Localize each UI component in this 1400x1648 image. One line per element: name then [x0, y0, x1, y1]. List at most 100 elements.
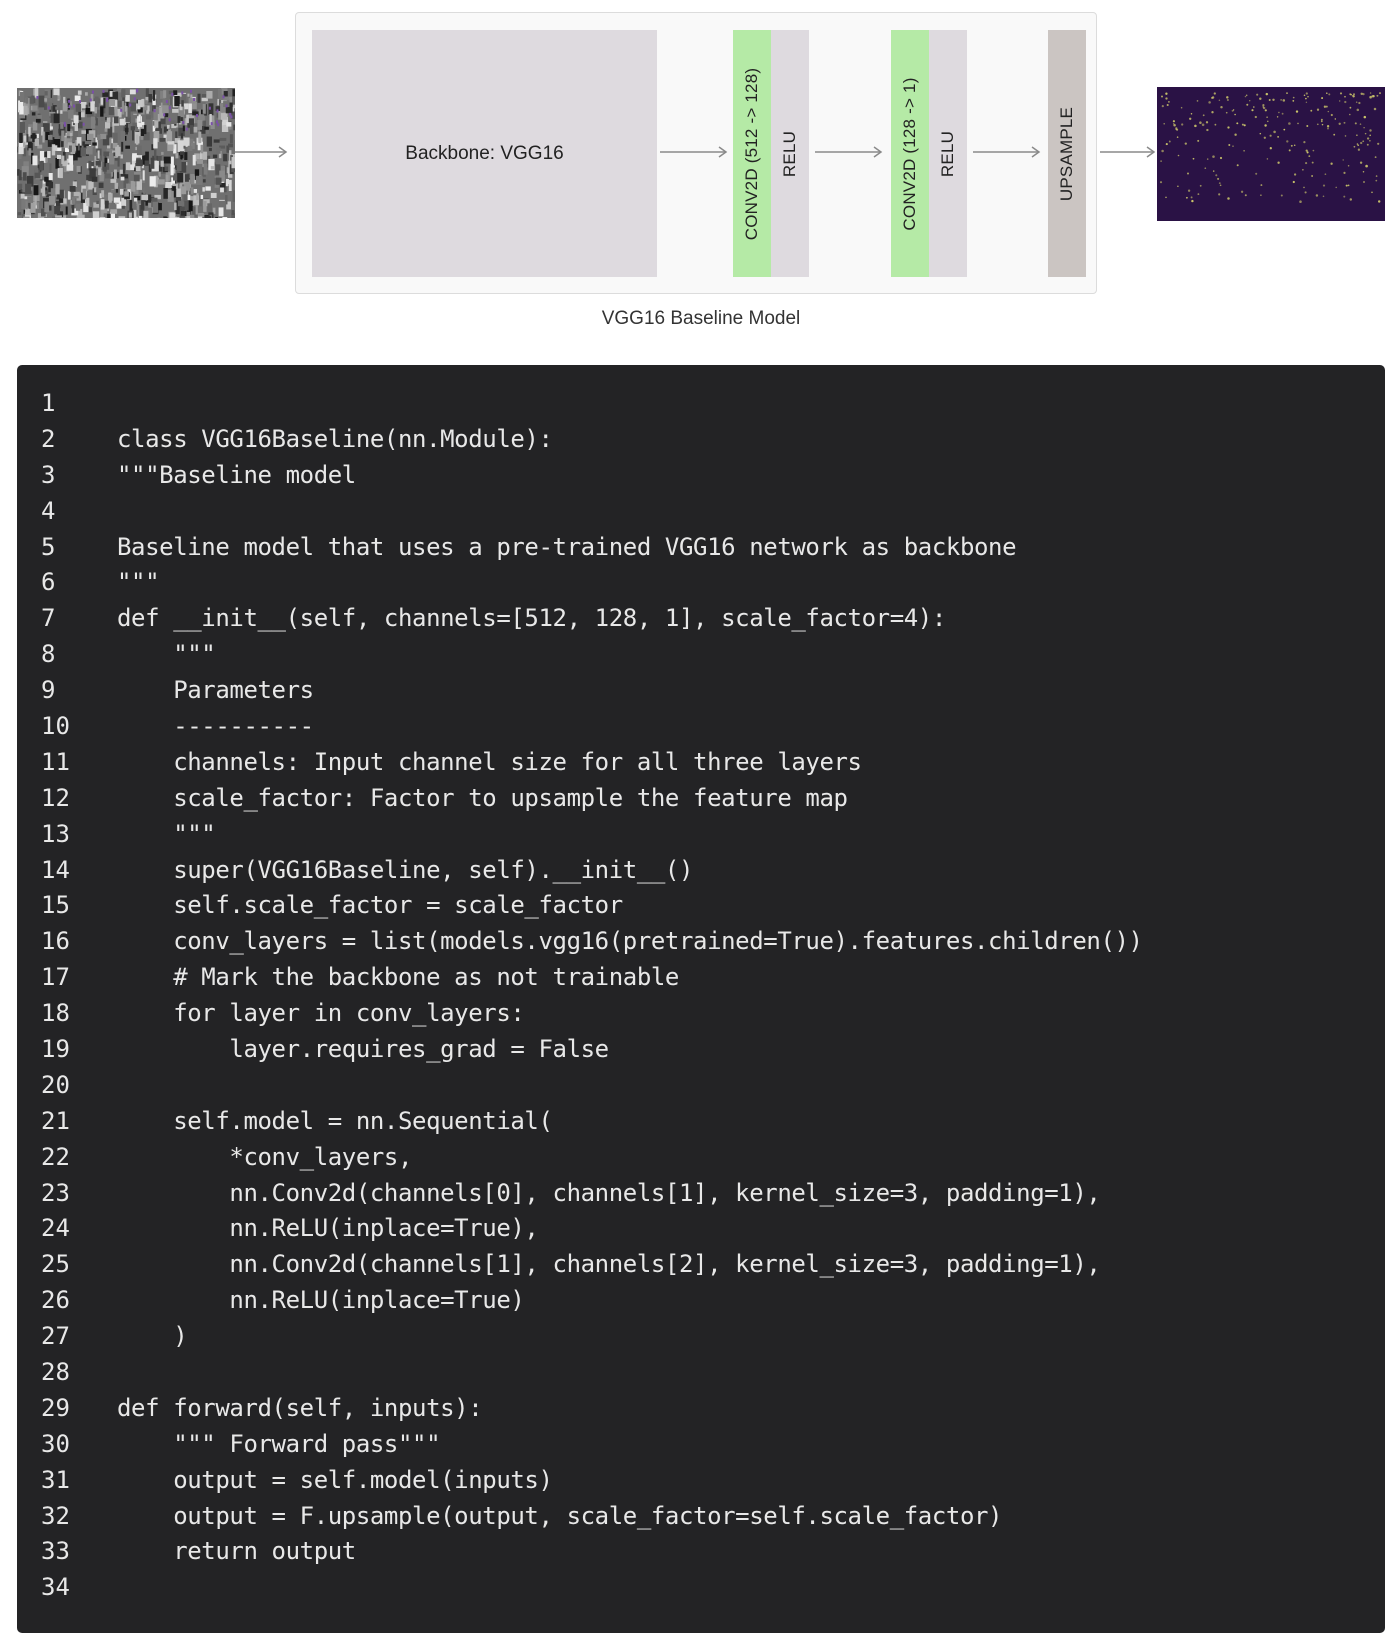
- code-line: 12 scale_factor: Factor to upsample the …: [17, 780, 1385, 816]
- code-text: class VGG16Baseline(nn.Module):: [117, 424, 553, 453]
- code-text: def forward(self, inputs):: [117, 1393, 483, 1422]
- backbone-block: Backbone: VGG16: [312, 30, 657, 277]
- code-line: 9 Parameters: [17, 672, 1385, 708]
- line-number: 6: [41, 568, 56, 597]
- code-line: 27 ): [17, 1318, 1385, 1354]
- code-text: Parameters: [117, 676, 314, 705]
- arrow-input-to-model: [235, 145, 290, 159]
- diagram-caption: VGG16 Baseline Model: [601, 308, 801, 329]
- code-line: 21 self.model = nn.Sequential(: [17, 1103, 1385, 1139]
- arrow-model-to-output: [1100, 145, 1158, 159]
- code-text: """: [117, 568, 160, 597]
- line-number: 12: [41, 783, 70, 812]
- code-text: """: [117, 819, 216, 848]
- code-text: scale_factor: Factor to upsample the fea…: [117, 783, 848, 812]
- line-number: 7: [41, 604, 56, 633]
- code-line: 26 nn.ReLU(inplace=True): [17, 1282, 1385, 1318]
- line-number: 16: [41, 927, 70, 956]
- input-crowd-image: [17, 88, 235, 218]
- line-number: 17: [41, 963, 70, 992]
- code-text: super(VGG16Baseline, self).__init__(): [117, 855, 694, 884]
- code-line: 29 def forward(self, inputs):: [17, 1390, 1385, 1426]
- line-number: 23: [41, 1178, 70, 1207]
- relu2-block: RELU: [929, 30, 967, 277]
- relu2-label: RELU: [938, 130, 957, 177]
- code-text: Baseline model that uses a pre-trained V…: [117, 532, 1017, 561]
- code-line: 23 nn.Conv2d(channels[0], channels[1], k…: [17, 1175, 1385, 1211]
- upsample-label: UPSAMPLE: [1057, 106, 1076, 201]
- code-text: return output: [117, 1537, 356, 1566]
- code-line: 1: [17, 385, 1385, 421]
- arrow-relu1-to-conv2: [815, 145, 885, 159]
- line-number: 25: [41, 1250, 70, 1279]
- model-diagram: Backbone: VGG16 CONV2D (512 -> 128) RELU…: [0, 0, 1400, 340]
- line-number: 3: [41, 460, 56, 489]
- code-line: 24 nn.ReLU(inplace=True),: [17, 1210, 1385, 1246]
- backbone-label: Backbone: VGG16: [405, 142, 564, 164]
- line-number: 14: [41, 855, 70, 884]
- code-text: nn.Conv2d(channels[1], channels[2], kern…: [117, 1250, 1101, 1279]
- line-number: 20: [41, 1070, 70, 1099]
- relu1-label: RELU: [780, 130, 799, 177]
- line-number: 32: [41, 1501, 70, 1530]
- line-number: 31: [41, 1465, 70, 1494]
- conv2-label: CONV2D (128 -> 1): [900, 76, 919, 231]
- code-line: 15 self.scale_factor = scale_factor: [17, 887, 1385, 923]
- code-line: 30 """ Forward pass""": [17, 1426, 1385, 1462]
- line-number: 4: [41, 496, 56, 525]
- relu1-block: RELU: [771, 30, 809, 277]
- code-lines: 1 2 class VGG16Baseline(nn.Module): 3 """Bas…: [17, 385, 1385, 1605]
- code-line: 22 *conv_layers,: [17, 1139, 1385, 1175]
- code-text: conv_layers = list(models.vgg16(pretrain…: [117, 927, 1143, 956]
- conv1-block: CONV2D (512 -> 128): [733, 30, 771, 277]
- line-number: 11: [41, 747, 70, 776]
- code-line: 33 return output: [17, 1534, 1385, 1570]
- line-number: 22: [41, 1142, 70, 1171]
- code-text: ): [117, 1322, 188, 1351]
- line-number: 13: [41, 819, 70, 848]
- line-number: 1: [41, 388, 56, 417]
- code-line: 4: [17, 493, 1385, 529]
- code-block: 1 2 class VGG16Baseline(nn.Module): 3 """Bas…: [17, 365, 1385, 1633]
- code-line: 34: [17, 1569, 1385, 1605]
- code-line: 20: [17, 1067, 1385, 1103]
- line-number: 33: [41, 1537, 70, 1566]
- code-line: 2 class VGG16Baseline(nn.Module):: [17, 421, 1385, 457]
- code-line: 8 """: [17, 636, 1385, 672]
- output-density-map: [1157, 87, 1385, 221]
- code-text: for layer in conv_layers:: [117, 999, 525, 1028]
- code-line: 7 def __init__(self, channels=[512, 128, …: [17, 600, 1385, 636]
- code-text: *conv_layers,: [117, 1142, 413, 1171]
- line-number: 29: [41, 1393, 70, 1422]
- code-line: 11 channels: Input channel size for all …: [17, 744, 1385, 780]
- code-text: nn.ReLU(inplace=True): [117, 1286, 525, 1315]
- line-number: 5: [41, 532, 56, 561]
- code-line: 10 ----------: [17, 708, 1385, 744]
- code-line: 19 layer.requires_grad = False: [17, 1031, 1385, 1067]
- code-text: """: [117, 640, 216, 669]
- code-text: self.scale_factor = scale_factor: [117, 891, 623, 920]
- code-text: output = self.model(inputs): [117, 1465, 553, 1494]
- line-number: 9: [41, 676, 56, 705]
- code-text: # Mark the backbone as not trainable: [117, 963, 679, 992]
- line-number: 21: [41, 1106, 70, 1135]
- line-number: 24: [41, 1214, 70, 1243]
- code-line: 16 conv_layers = list(models.vgg16(pretr…: [17, 923, 1385, 959]
- line-number: 19: [41, 1034, 70, 1063]
- line-number: 8: [41, 640, 56, 669]
- code-line: 32 output = F.upsample(output, scale_fac…: [17, 1498, 1385, 1534]
- code-line: 3 """Baseline model: [17, 457, 1385, 493]
- code-line: 28: [17, 1354, 1385, 1390]
- code-line: 13 """: [17, 816, 1385, 852]
- code-text: self.model = nn.Sequential(: [117, 1106, 553, 1135]
- code-line: 25 nn.Conv2d(channels[1], channels[2], k…: [17, 1246, 1385, 1282]
- code-line: 5 Baseline model that uses a pre-trained …: [17, 529, 1385, 565]
- line-number: 30: [41, 1429, 70, 1458]
- code-text: """Baseline model: [117, 460, 356, 489]
- code-text: channels: Input channel size for all thr…: [117, 747, 862, 776]
- code-line: 17 # Mark the backbone as not trainable: [17, 959, 1385, 995]
- code-text: ----------: [117, 711, 314, 740]
- upsample-block: UPSAMPLE: [1048, 30, 1086, 277]
- arrow-relu2-to-upsample: [973, 145, 1043, 159]
- code-text: nn.Conv2d(channels[0], channels[1], kern…: [117, 1178, 1101, 1207]
